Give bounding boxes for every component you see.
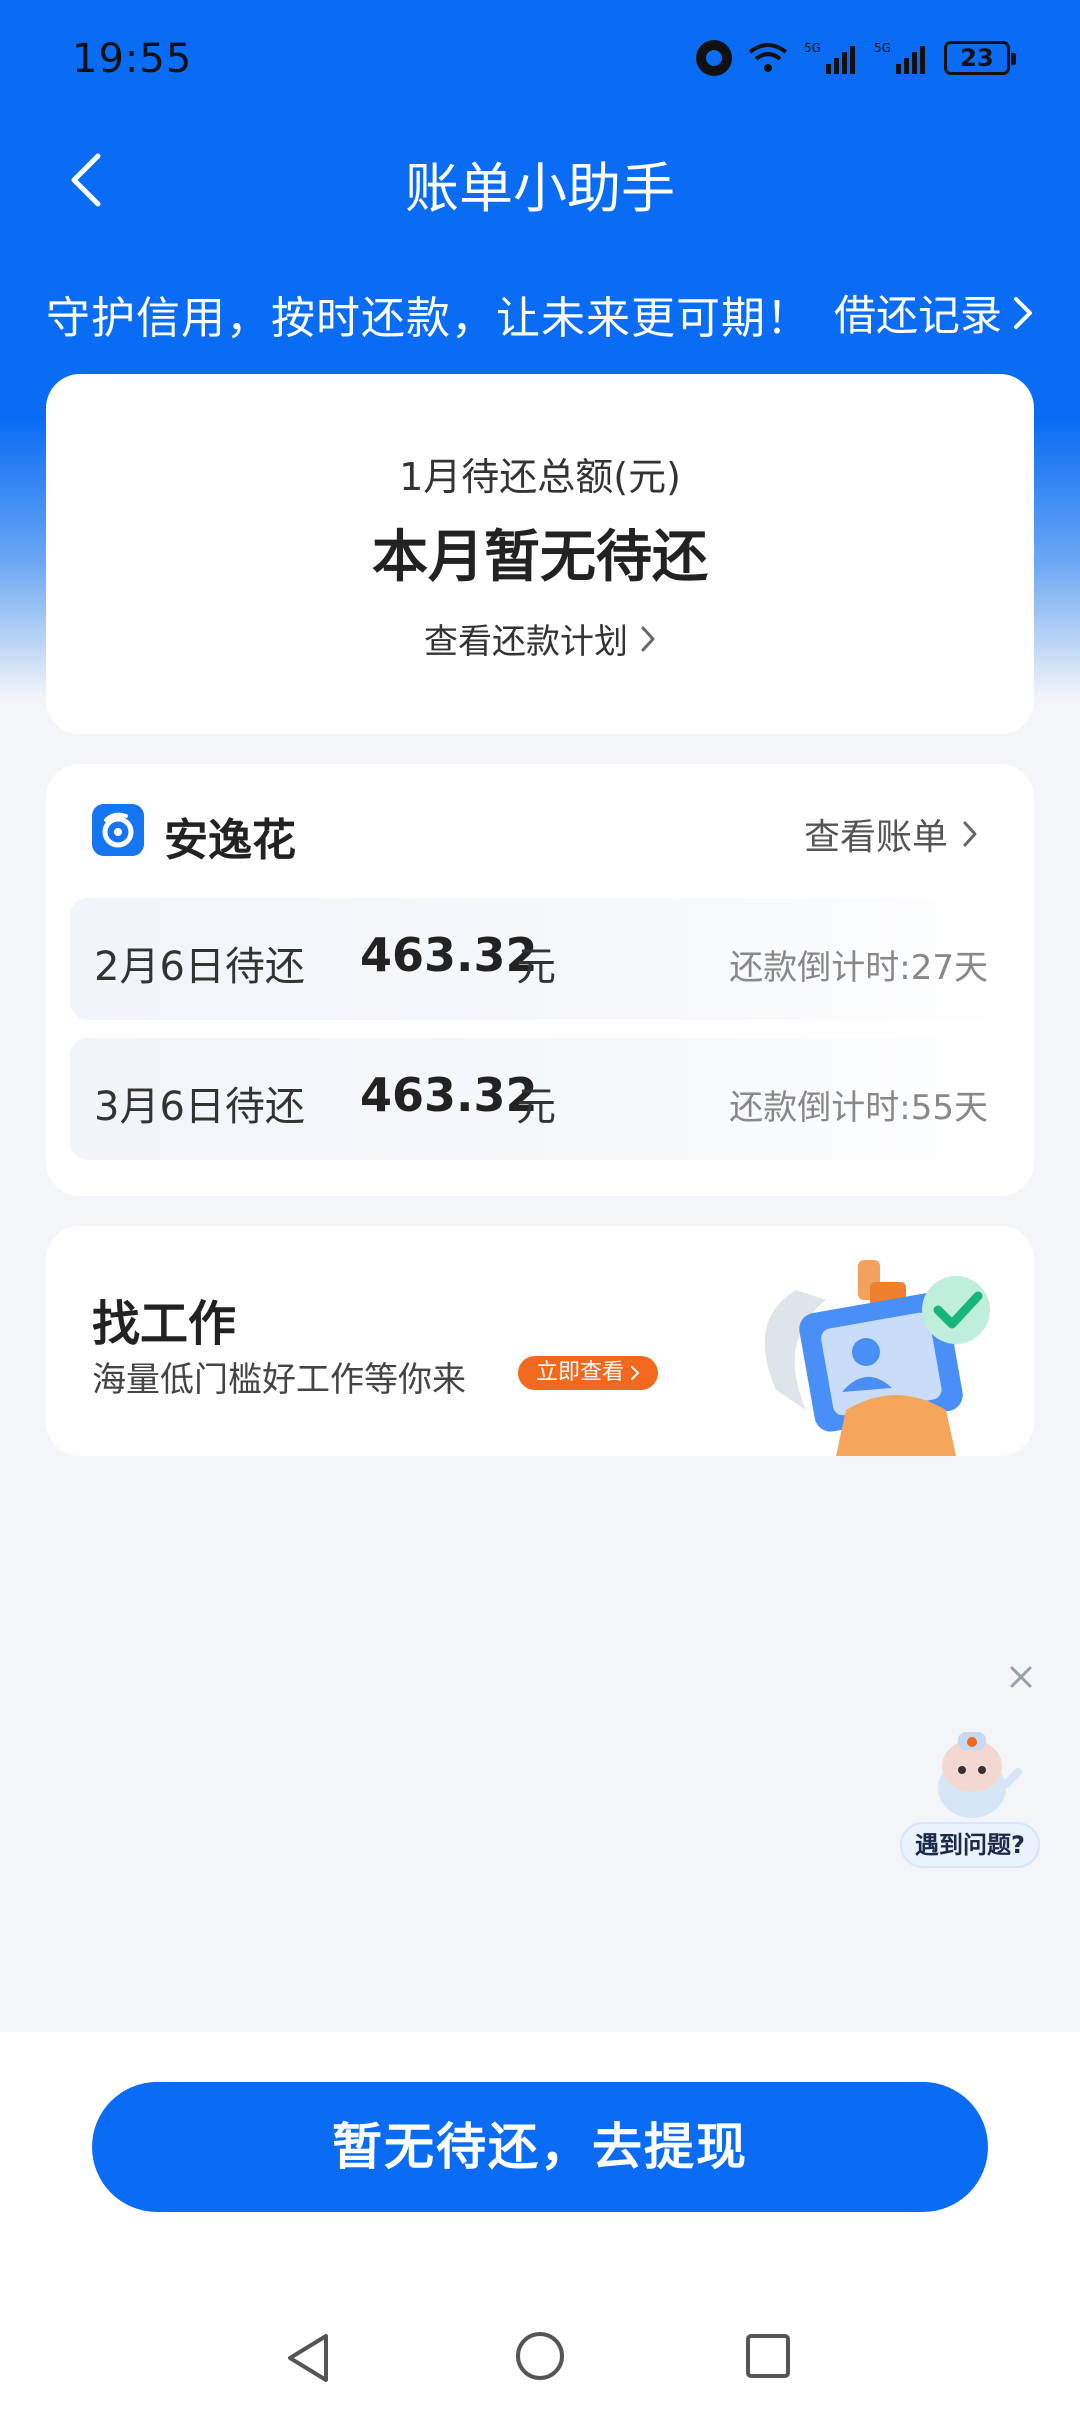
view-now-label: 立即查看	[536, 1360, 625, 1385]
chevron-right-icon	[1014, 296, 1032, 329]
battery-icon: 23	[944, 41, 1016, 75]
nav-recent-apps-icon[interactable]	[744, 2332, 792, 2380]
history-link[interactable]: 借还记录	[834, 282, 1034, 343]
repayment-plan-link[interactable]: 查看还款计划	[46, 614, 1034, 663]
help-label: 遇到问题?	[900, 1822, 1040, 1868]
svg-text:5G: 5G	[874, 41, 891, 55]
repay-countdown: 还款倒计时:27天	[729, 948, 988, 988]
status-time: 19:55	[72, 36, 193, 82]
summary-label: 1月待还总额(元)	[399, 455, 681, 499]
id-badge-illustration-icon	[764, 1260, 990, 1456]
repay-countdown: 还款倒计时:55天	[729, 1088, 988, 1128]
bill-row[interactable]: 2月6日待还 463.32 元 还款倒计时:27天	[70, 898, 1010, 1020]
job-subtitle: 海量低门槛好工作等你来	[92, 1360, 466, 1400]
wifi-icon	[748, 43, 788, 72]
chevron-right-icon	[641, 626, 655, 651]
svg-text:5G: 5G	[804, 41, 821, 55]
close-icon[interactable]	[1006, 1662, 1036, 1692]
page: 19:55 5G 5G 23 账单小助手 守护信用，按时还款，让未来更可期！ 借…	[0, 0, 1080, 2412]
summary-card: 1月待还总额(元) 本月暂无待还 查看还款计划	[46, 374, 1034, 734]
repayment-plan-label: 查看还款计划	[424, 622, 628, 662]
summary-value: 本月暂无待还	[372, 525, 708, 590]
due-unit: 元	[516, 944, 556, 990]
brand-name: 安逸花	[164, 815, 296, 866]
bill-row[interactable]: 3月6日待还 463.32 元 还款倒计时:55天	[70, 1038, 1010, 1160]
due-amount: 463.32	[360, 928, 538, 982]
anyihua-logo-icon	[92, 804, 144, 856]
due-unit: 元	[516, 1084, 556, 1130]
status-bar: 19:55 5G 5G 23	[0, 0, 1080, 124]
chevron-right-icon	[631, 1366, 640, 1380]
signal-5g-icon: 5G	[804, 41, 855, 74]
nav-home-icon[interactable]	[514, 2330, 566, 2382]
view-now-button[interactable]: 立即查看	[518, 1356, 659, 1390]
system-nav-bar	[0, 2300, 1080, 2412]
history-link-label: 借还记录	[833, 291, 1002, 340]
robot-mascot-icon	[938, 1732, 1022, 1818]
due-date-label: 2月6日待还	[94, 944, 305, 990]
view-bill-label: 查看账单	[803, 817, 948, 858]
nav-back-icon[interactable]	[282, 2330, 336, 2386]
status-icons: 5G 5G 23	[696, 40, 1016, 76]
page-title: 账单小助手	[405, 157, 675, 220]
job-title: 找工作	[92, 1296, 237, 1352]
bill-card: 安逸花 查看账单 2月6日待还 463.32 元 还款倒计时:27天 3月6日待…	[46, 764, 1034, 1196]
slogan-text: 守护信用，按时还款，让未来更可期！	[46, 293, 811, 344]
help-widget[interactable]: 遇到问题?	[900, 1726, 1040, 1876]
withdraw-button[interactable]: 暂无待还，去提现	[92, 2082, 988, 2212]
chevron-right-icon	[963, 821, 977, 847]
alarm-icon	[696, 40, 732, 76]
due-amount: 463.32	[360, 1068, 538, 1122]
job-card[interactable]: 找工作 海量低门槛好工作等你来 立即查看	[46, 1226, 1034, 1456]
signal-5g-icon-2: 5G	[874, 41, 925, 74]
due-date-label: 3月6日待还	[94, 1084, 305, 1130]
view-bill-link[interactable]: 查看账单	[804, 808, 978, 860]
